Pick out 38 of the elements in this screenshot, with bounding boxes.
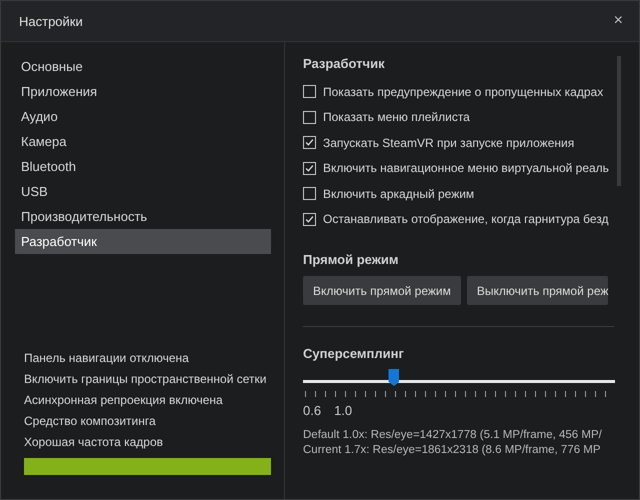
slider-thumb[interactable] <box>388 369 400 386</box>
checkbox[interactable] <box>303 212 316 226</box>
section-title: Прямой режим <box>303 252 400 267</box>
checkbox-label: Показать меню плейлиста <box>323 110 470 124</box>
close-button[interactable]: × <box>610 12 627 30</box>
section-title: Разработчик <box>303 56 386 71</box>
sidebar-item[interactable]: Камера <box>15 129 271 154</box>
checkbox[interactable] <box>303 187 316 200</box>
resolution-info: Current 1.7x: Res/eye=1861x2318 (8.6 MP/frame, 776 MP <box>303 443 602 458</box>
status-text: Средство композитинга <box>24 413 157 430</box>
sidebar-item[interactable]: Основные <box>15 54 271 79</box>
checkbox[interactable] <box>303 110 316 124</box>
sidebar-item[interactable]: Аудио <box>15 104 271 129</box>
resolution-info: Default 1.0x: Res/eye=1427x1778 (5.1 MP/frame, 456 MP/ <box>303 428 603 443</box>
direct-mode-button[interactable]: Включить прямой режим <box>303 276 461 305</box>
window-title: Настройки <box>19 14 83 28</box>
checkbox-label: Включить навигационное меню виртуальной реаль <box>323 161 609 176</box>
sidebar-item[interactable]: Производительность <box>15 204 271 229</box>
checkbox-label: Запускать SteamVR при запуске приложения <box>323 136 574 150</box>
direct-mode-button[interactable]: Выключить прямой реж <box>466 276 608 305</box>
status-text: Панель навигации отключена <box>24 350 190 367</box>
checkbox-label: Включить аркадный режим <box>323 186 474 201</box>
supersampling-slider[interactable] <box>303 369 615 387</box>
sidebar-item[interactable]: Разработчик <box>15 229 271 254</box>
status-text: Хорошая частота кадров <box>24 434 164 451</box>
checkbox-label: Останавливать отображение, когда гарнитура безд <box>323 212 609 226</box>
tick-label: 1.0 <box>334 403 352 418</box>
checkbox-label: Показать предупреждение о пропущенных кадрах <box>323 84 604 99</box>
status-text: Асинхронная репроекция включена <box>24 392 224 409</box>
checkbox[interactable] <box>303 162 316 175</box>
checkbox[interactable] <box>303 85 316 98</box>
checkbox[interactable] <box>303 136 316 150</box>
section-title: Суперсемплинг <box>303 346 405 361</box>
status-text: Включить границы пространственной сетки <box>24 371 268 388</box>
tick-label: 0.6 <box>303 403 322 418</box>
sidebar-item[interactable]: Приложения <box>15 79 271 104</box>
sidebar-item[interactable]: Bluetooth <box>15 154 271 179</box>
sidebar-item[interactable]: USB <box>15 179 271 204</box>
